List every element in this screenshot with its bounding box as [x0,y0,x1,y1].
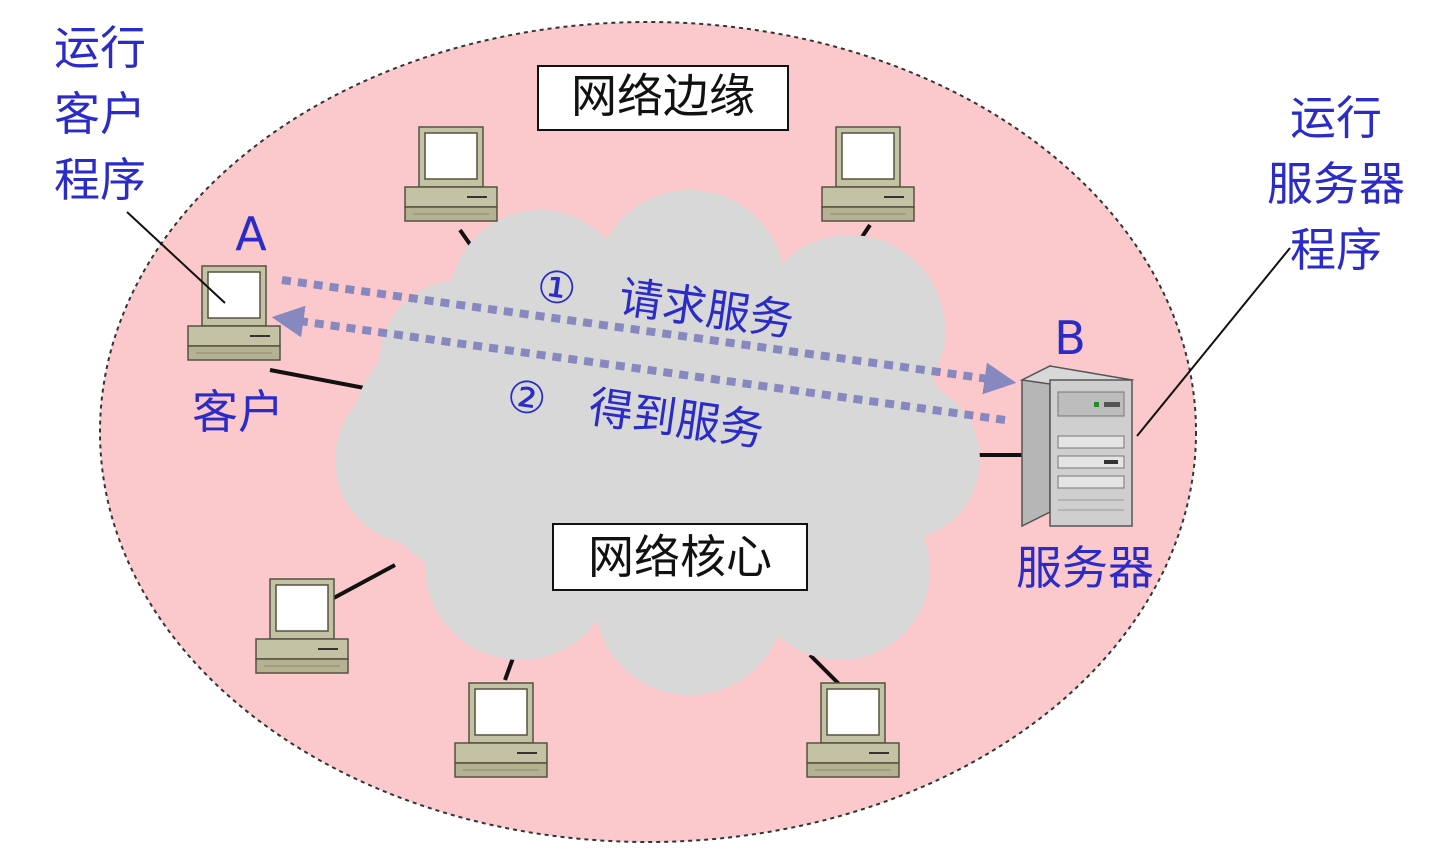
client-program-line3: 程序 [54,153,146,207]
edge-computer-bottom-left [255,578,349,674]
step2-number: ② [503,370,549,426]
network-diagram: 网络边缘 网络核心 运行 客户 程序 运行 服务器 程序 A 客户 B 服务器 … [54,21,1405,843]
host-b-letter: B [1054,311,1086,365]
client-program-line1: 运行 [54,21,146,75]
server-program-line3: 程序 [1290,223,1382,277]
server-program-line2: 服务器 [1267,157,1405,211]
server-caption: 服务器 [1016,541,1154,595]
edge-computer-top-right [821,126,915,222]
server-b [1019,364,1135,528]
client-program-label: 运行 客户 程序 [54,21,146,207]
host-a-letter: A [235,207,267,261]
step1-number: ① [533,260,579,316]
server-program-line1: 运行 [1290,91,1382,145]
network-core-label: 网络核心 [588,530,772,584]
network-edge-label: 网络边缘 [571,69,755,123]
client-caption: 客户 [192,385,284,439]
edge-computer-top-left [404,126,498,222]
edge-computer-bottom-center [454,682,548,778]
diagram-stage: 网络边缘 网络核心 运行 客户 程序 运行 服务器 程序 A 客户 B 服务器 … [0,0,1430,862]
server-program-label: 运行 服务器 程序 [1267,91,1405,277]
edge-computer-bottom-right [806,682,900,778]
client-program-line2: 客户 [54,87,146,141]
